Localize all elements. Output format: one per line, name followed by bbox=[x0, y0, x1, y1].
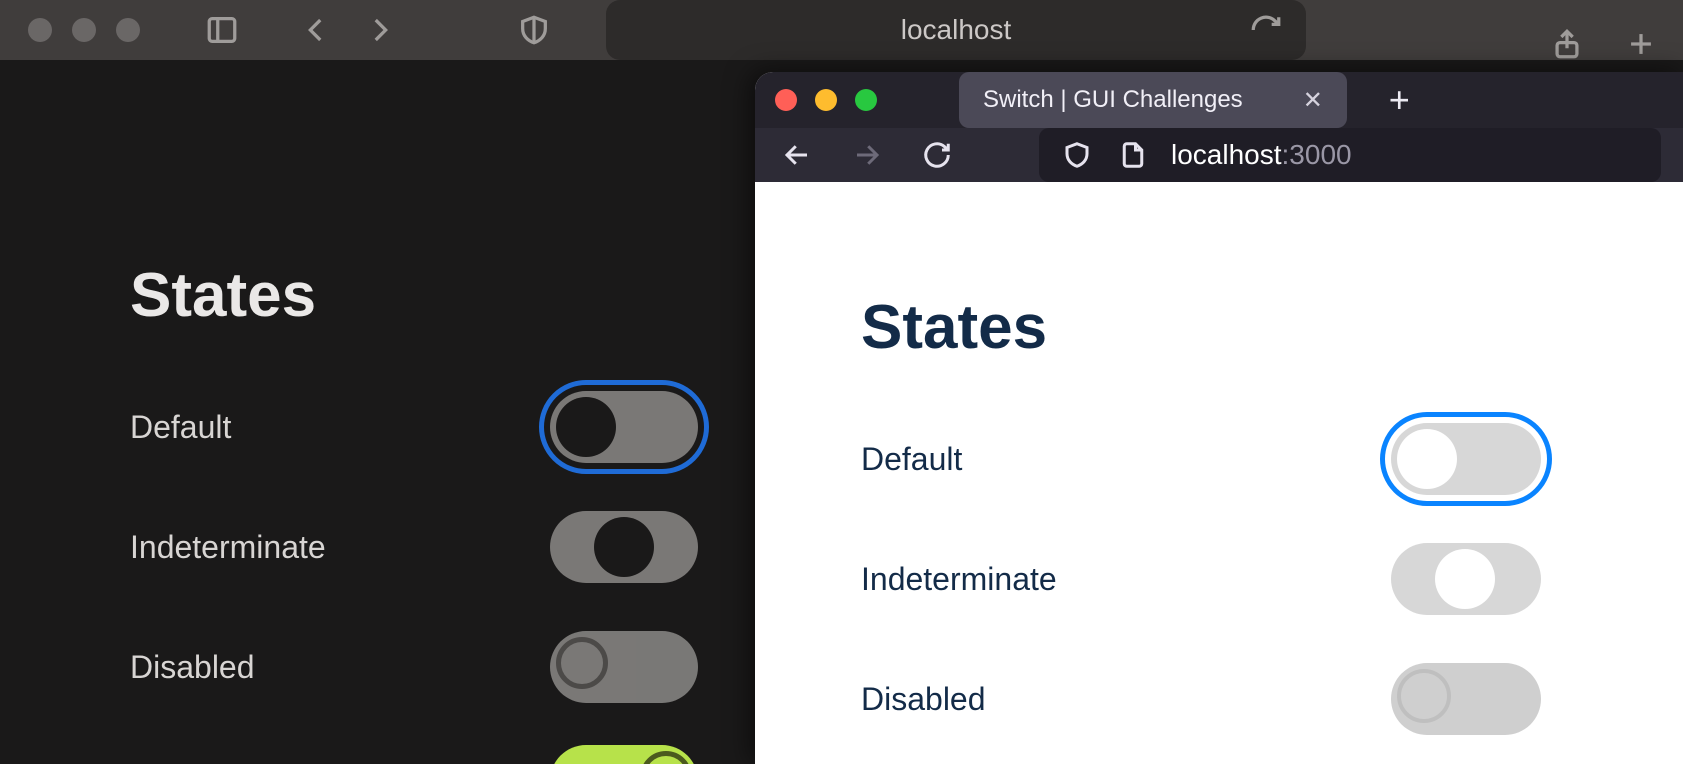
firefox-traffic-lights[interactable] bbox=[775, 89, 877, 111]
traffic-close-icon[interactable] bbox=[28, 18, 52, 42]
switch-thumb bbox=[640, 751, 692, 764]
safari-traffic-lights[interactable] bbox=[28, 18, 140, 42]
state-row-checked-partial bbox=[130, 745, 698, 764]
safari-url-text: localhost bbox=[901, 14, 1012, 46]
close-tab-icon[interactable]: ✕ bbox=[1303, 86, 1323, 115]
switch-thumb bbox=[594, 517, 654, 577]
label-indeterminate: Indeterminate bbox=[130, 529, 326, 566]
switch-thumb bbox=[1435, 549, 1495, 609]
switch-thumb bbox=[556, 397, 616, 457]
shield-icon[interactable] bbox=[1059, 137, 1095, 173]
state-row-default: Default bbox=[130, 391, 698, 463]
sidebar-toggle-icon[interactable] bbox=[200, 8, 244, 52]
firefox-window: Switch | GUI Challenges ✕ + localhost:30… bbox=[755, 72, 1683, 764]
page-info-icon[interactable] bbox=[1115, 137, 1151, 173]
firefox-address-bar[interactable]: localhost:3000 bbox=[1039, 128, 1661, 182]
safari-toolbar: localhost bbox=[0, 0, 1683, 60]
switch-disabled bbox=[550, 631, 698, 703]
label-disabled: Disabled bbox=[861, 681, 986, 718]
url-host: localhost bbox=[1171, 139, 1282, 170]
state-row-indeterminate: Indeterminate bbox=[861, 543, 1541, 615]
traffic-close-icon[interactable] bbox=[775, 89, 797, 111]
switch-checked[interactable] bbox=[550, 745, 698, 764]
back-icon[interactable] bbox=[294, 8, 338, 52]
reload-icon[interactable] bbox=[919, 137, 955, 173]
firefox-page-content: States Default Indeterminate Disabled bbox=[755, 182, 1683, 764]
label-default: Default bbox=[861, 441, 962, 478]
traffic-minimize-icon[interactable] bbox=[72, 18, 96, 42]
forward-icon[interactable] bbox=[358, 8, 402, 52]
safari-address-bar[interactable]: localhost bbox=[606, 0, 1306, 60]
switch-indeterminate[interactable] bbox=[550, 511, 698, 583]
state-row-disabled: Disabled bbox=[861, 663, 1541, 735]
page-title: States bbox=[861, 292, 1683, 363]
state-row-default: Default bbox=[861, 423, 1541, 495]
switch-indeterminate[interactable] bbox=[1391, 543, 1541, 615]
traffic-zoom-icon[interactable] bbox=[116, 18, 140, 42]
browser-tab[interactable]: Switch | GUI Challenges ✕ bbox=[959, 72, 1347, 128]
new-tab-icon[interactable]: + bbox=[1389, 79, 1410, 121]
firefox-nav-toolbar: localhost:3000 bbox=[755, 128, 1683, 182]
reload-icon[interactable] bbox=[1244, 8, 1288, 52]
switch-thumb bbox=[1397, 669, 1451, 723]
url-text: localhost:3000 bbox=[1171, 139, 1352, 171]
switch-thumb bbox=[556, 637, 608, 689]
url-port: :3000 bbox=[1282, 139, 1352, 170]
privacy-shield-icon[interactable] bbox=[512, 8, 556, 52]
switch-thumb bbox=[1397, 429, 1457, 489]
switch-default[interactable] bbox=[1391, 423, 1541, 495]
label-disabled: Disabled bbox=[130, 649, 255, 686]
forward-icon bbox=[849, 137, 885, 173]
label-indeterminate: Indeterminate bbox=[861, 561, 1057, 598]
switch-default[interactable] bbox=[550, 391, 698, 463]
state-row-indeterminate: Indeterminate bbox=[130, 511, 698, 583]
tab-title: Switch | GUI Challenges bbox=[983, 86, 1243, 114]
share-icon[interactable] bbox=[1545, 22, 1589, 66]
traffic-zoom-icon[interactable] bbox=[855, 89, 877, 111]
state-row-disabled: Disabled bbox=[130, 631, 698, 703]
safari-nav-buttons bbox=[294, 8, 402, 52]
new-tab-icon[interactable] bbox=[1619, 22, 1663, 66]
switch-disabled bbox=[1391, 663, 1541, 735]
traffic-minimize-icon[interactable] bbox=[815, 89, 837, 111]
firefox-tab-strip: Switch | GUI Challenges ✕ + bbox=[755, 72, 1683, 128]
back-icon[interactable] bbox=[779, 137, 815, 173]
label-default: Default bbox=[130, 409, 231, 446]
